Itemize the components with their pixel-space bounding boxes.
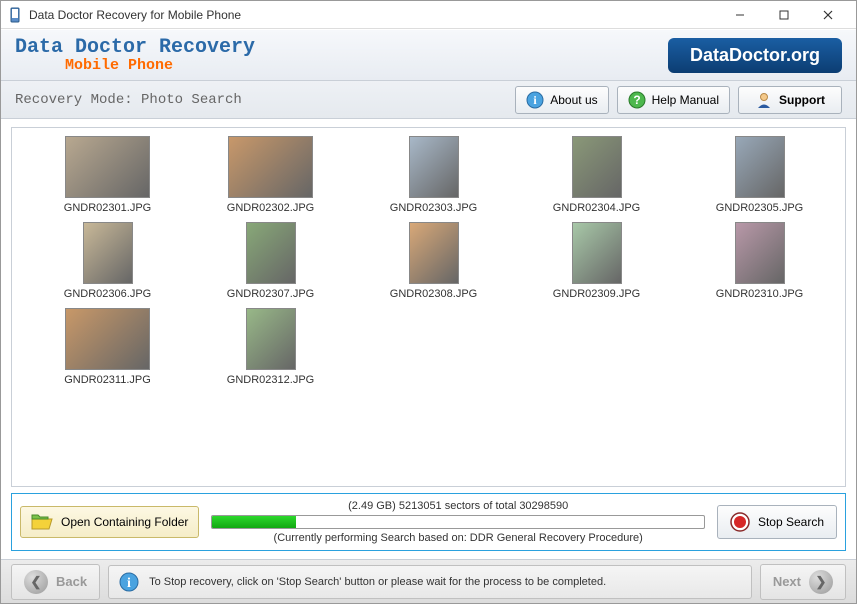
app-window: Data Doctor Recovery for Mobile Phone Da…	[0, 0, 857, 604]
chevron-right-icon: ❯	[809, 570, 833, 594]
thumbnail-filename: GNDR02309.JPG	[553, 288, 640, 300]
chevron-left-icon: ❮	[24, 570, 48, 594]
brand-subtitle: Mobile Phone	[15, 57, 255, 74]
thumbnail-area[interactable]: GNDR02301.JPG GNDR02302.JPG GNDR02303.JPG G…	[11, 127, 846, 487]
progress-bar-fill	[212, 516, 296, 528]
info-icon: i	[526, 91, 544, 109]
thumbnail-filename: GNDR02302.JPG	[227, 202, 314, 214]
thumbnail-image	[246, 308, 296, 370]
thumbnail-item[interactable]: GNDR02309.JPG	[517, 220, 676, 302]
thumbnail-item[interactable]: GNDR02303.JPG	[354, 134, 513, 216]
brand-left: Data Doctor Recovery Mobile Phone	[15, 36, 255, 74]
back-label: Back	[56, 574, 87, 589]
thumbnail-item[interactable]: GNDR02305.JPG	[680, 134, 839, 216]
thumbnail-image	[409, 222, 459, 284]
progress-center: (2.49 GB) 5213051 sectors of total 30298…	[211, 500, 705, 544]
brand-bar: Data Doctor Recovery Mobile Phone DataDo…	[1, 29, 856, 81]
thumbnail-filename: GNDR02304.JPG	[553, 202, 640, 214]
footer-bar: ❮ Back i To Stop recovery, click on 'Sto…	[1, 559, 856, 603]
footer-message-text: To Stop recovery, click on 'Stop Search'…	[149, 576, 606, 588]
close-button[interactable]	[806, 2, 850, 28]
open-folder-label: Open Containing Folder	[61, 515, 188, 529]
thumbnail-filename: GNDR02312.JPG	[227, 374, 314, 386]
recovery-mode-label: Recovery Mode: Photo Search	[15, 92, 242, 108]
thumbnail-image	[735, 222, 785, 284]
thumbnail-filename: GNDR02308.JPG	[390, 288, 477, 300]
mode-buttons: i About us ? Help Manual Support	[515, 86, 842, 114]
thumbnail-image	[409, 136, 459, 198]
thumbnail-image	[246, 222, 296, 284]
info-icon: i	[119, 572, 139, 592]
help-manual-label: Help Manual	[652, 93, 719, 107]
footer-message-box: i To Stop recovery, click on 'Stop Searc…	[108, 565, 752, 599]
app-icon	[7, 7, 23, 23]
folder-open-icon	[31, 513, 53, 531]
thumbnail-item[interactable]: GNDR02312.JPG	[191, 306, 350, 388]
progress-method-text: (Currently performing Search based on: D…	[274, 532, 643, 544]
support-label: Support	[779, 93, 825, 107]
thumbnail-item[interactable]: GNDR02307.JPG	[191, 220, 350, 302]
brand-title: Data Doctor Recovery	[15, 36, 255, 59]
progress-sectors-text: (2.49 GB) 5213051 sectors of total 30298…	[348, 500, 568, 512]
stop-icon	[730, 512, 750, 532]
support-button[interactable]: Support	[738, 86, 842, 114]
thumbnail-filename: GNDR02307.JPG	[227, 288, 314, 300]
window-title: Data Doctor Recovery for Mobile Phone	[29, 8, 718, 22]
thumbnail-filename: GNDR02301.JPG	[64, 202, 151, 214]
help-icon: ?	[628, 91, 646, 109]
thumbnail-image	[228, 136, 313, 198]
titlebar: Data Doctor Recovery for Mobile Phone	[1, 1, 856, 29]
thumbnail-filename: GNDR02311.JPG	[64, 374, 151, 386]
thumbnail-image	[65, 308, 150, 370]
help-manual-button[interactable]: ? Help Manual	[617, 86, 730, 114]
content-area: GNDR02301.JPG GNDR02302.JPG GNDR02303.JPG G…	[1, 119, 856, 559]
stop-search-label: Stop Search	[758, 515, 824, 529]
about-us-label: About us	[550, 93, 597, 107]
svg-text:i: i	[127, 576, 131, 591]
next-label: Next	[773, 574, 801, 589]
thumbnail-filename: GNDR02303.JPG	[390, 202, 477, 214]
about-us-button[interactable]: i About us	[515, 86, 608, 114]
thumbnail-item[interactable]: GNDR02304.JPG	[517, 134, 676, 216]
mode-bar: Recovery Mode: Photo Search i About us ?…	[1, 81, 856, 119]
thumbnail-filename: GNDR02306.JPG	[64, 288, 151, 300]
svg-text:?: ?	[633, 93, 640, 107]
stop-search-button[interactable]: Stop Search	[717, 505, 837, 539]
maximize-button[interactable]	[762, 2, 806, 28]
thumbnail-item[interactable]: GNDR02308.JPG	[354, 220, 513, 302]
thumbnail-image	[572, 222, 622, 284]
thumbnail-item[interactable]: GNDR02306.JPG	[28, 220, 187, 302]
brand-link[interactable]: DataDoctor.org	[668, 38, 842, 73]
window-controls	[718, 2, 850, 28]
progress-bar	[211, 515, 705, 529]
thumbnail-grid: GNDR02301.JPG GNDR02302.JPG GNDR02303.JPG G…	[28, 134, 839, 388]
thumbnail-item[interactable]: GNDR02302.JPG	[191, 134, 350, 216]
thumbnail-image	[572, 136, 622, 198]
progress-panel: Open Containing Folder (2.49 GB) 5213051…	[11, 493, 846, 551]
open-containing-folder-button[interactable]: Open Containing Folder	[20, 506, 199, 538]
thumbnail-image	[65, 136, 150, 198]
thumbnail-image	[83, 222, 133, 284]
next-button[interactable]: Next ❯	[760, 564, 846, 600]
thumbnail-item[interactable]: GNDR02301.JPG	[28, 134, 187, 216]
back-button[interactable]: ❮ Back	[11, 564, 100, 600]
support-icon	[755, 91, 773, 109]
thumbnail-item[interactable]: GNDR02311.JPG	[28, 306, 187, 388]
minimize-button[interactable]	[718, 2, 762, 28]
thumbnail-image	[735, 136, 785, 198]
thumbnail-filename: GNDR02305.JPG	[716, 202, 803, 214]
thumbnail-item[interactable]: GNDR02310.JPG	[680, 220, 839, 302]
thumbnail-filename: GNDR02310.JPG	[716, 288, 803, 300]
